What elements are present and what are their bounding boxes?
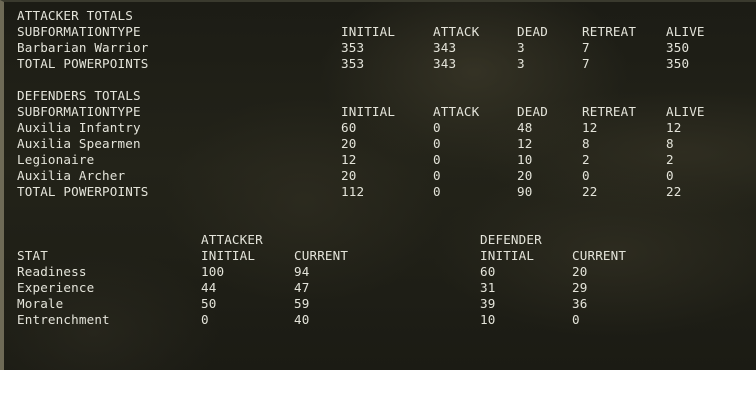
stat-row-attacker-initial: 0 [201, 312, 209, 327]
defender-row-alive: 8 [666, 136, 674, 151]
defender-header-dead: DEAD [517, 104, 548, 119]
attacker-total-attack: 343 [433, 56, 457, 71]
attacker-total-initial: 353 [341, 56, 365, 71]
defender-header-alive: ALIVE [666, 104, 705, 119]
attacker-header-initial: INITIAL [341, 24, 396, 39]
attacker-totals-title: ATTACKER TOTALS [17, 8, 133, 23]
stat-row-defender-initial: 10 [480, 312, 496, 327]
defender-row-name: Legionaire [17, 152, 95, 167]
defender-row-retreat: 8 [582, 136, 590, 151]
attacker-row-attack: 343 [433, 40, 457, 55]
stat-row-name: Experience [17, 280, 95, 295]
attacker-total-name: TOTAL POWERPOINTS [17, 56, 149, 71]
attacker-row-initial: 353 [341, 40, 365, 55]
stat-row-attacker-current: 94 [294, 264, 310, 279]
battle-report-panel: ATTACKER TOTALS SUBFORMATIONTYPE INITIAL… [0, 0, 756, 370]
stat-row-attacker-current: 59 [294, 296, 310, 311]
attacker-header-alive: ALIVE [666, 24, 705, 39]
defender-total-alive: 22 [666, 184, 682, 199]
stats-header-defender-initial: INITIAL [480, 248, 535, 263]
defender-row-initial: 60 [341, 120, 357, 135]
defender-row-initial: 20 [341, 168, 357, 183]
stat-row-defender-initial: 39 [480, 296, 496, 311]
stat-row-attacker-current: 47 [294, 280, 310, 295]
defender-row-attack: 0 [433, 168, 441, 183]
stat-row-defender-current: 29 [572, 280, 588, 295]
defender-total-name: TOTAL POWERPOINTS [17, 184, 149, 199]
defender-total-retreat: 22 [582, 184, 598, 199]
defender-header-subformationtype: SUBFORMATIONTYPE [17, 104, 141, 119]
attacker-header-subformationtype: SUBFORMATIONTYPE [17, 24, 141, 39]
attacker-header-dead: DEAD [517, 24, 548, 39]
stats-header-attacker-current: CURRENT [294, 248, 349, 263]
defender-row-name: Auxilia Archer [17, 168, 126, 183]
attacker-header-attack: ATTACK [433, 24, 480, 39]
defender-row-attack: 0 [433, 120, 441, 135]
stat-row-attacker-current: 40 [294, 312, 310, 327]
attacker-row-retreat: 7 [582, 40, 590, 55]
attacker-row-dead: 3 [517, 40, 525, 55]
defender-row-attack: 0 [433, 136, 441, 151]
defender-row-name: Auxilia Infantry [17, 120, 141, 135]
attacker-total-dead: 3 [517, 56, 525, 71]
defender-total-attack: 0 [433, 184, 441, 199]
defender-row-dead: 20 [517, 168, 533, 183]
defender-row-name: Auxilia Spearmen [17, 136, 141, 151]
attacker-row-name: Barbarian Warrior [17, 40, 149, 55]
stats-header-stat: STAT [17, 248, 48, 263]
defender-totals-title: DEFENDERS TOTALS [17, 88, 141, 103]
attacker-header-retreat: RETREAT [582, 24, 637, 39]
stat-row-name: Readiness [17, 264, 87, 279]
defender-row-initial: 20 [341, 136, 357, 151]
stat-row-attacker-initial: 50 [201, 296, 217, 311]
stat-row-name: Morale [17, 296, 64, 311]
stat-row-defender-initial: 60 [480, 264, 496, 279]
defender-row-attack: 0 [433, 152, 441, 167]
stats-defender-label: DEFENDER [480, 232, 542, 247]
defender-row-retreat: 12 [582, 120, 598, 135]
attacker-total-alive: 350 [666, 56, 690, 71]
defender-row-dead: 48 [517, 120, 533, 135]
stats-header-defender-current: CURRENT [572, 248, 627, 263]
defender-row-alive: 0 [666, 168, 674, 183]
stat-row-attacker-initial: 44 [201, 280, 217, 295]
defender-row-retreat: 0 [582, 168, 590, 183]
attacker-row-alive: 350 [666, 40, 690, 55]
defender-header-initial: INITIAL [341, 104, 396, 119]
defender-row-dead: 12 [517, 136, 533, 151]
attacker-total-retreat: 7 [582, 56, 590, 71]
defender-row-dead: 10 [517, 152, 533, 167]
stat-row-name: Entrenchment [17, 312, 110, 327]
defender-row-initial: 12 [341, 152, 357, 167]
defender-total-initial: 112 [341, 184, 365, 199]
stats-header-attacker-initial: INITIAL [201, 248, 256, 263]
defender-row-alive: 2 [666, 152, 674, 167]
defender-row-retreat: 2 [582, 152, 590, 167]
stat-row-defender-current: 36 [572, 296, 588, 311]
defender-row-alive: 12 [666, 120, 682, 135]
defender-total-dead: 90 [517, 184, 533, 199]
stat-row-defender-current: 20 [572, 264, 588, 279]
stat-row-defender-current: 0 [572, 312, 580, 327]
stat-row-defender-initial: 31 [480, 280, 496, 295]
defender-header-retreat: RETREAT [582, 104, 637, 119]
defender-header-attack: ATTACK [433, 104, 480, 119]
stat-row-attacker-initial: 100 [201, 264, 225, 279]
stats-attacker-label: ATTACKER [201, 232, 263, 247]
